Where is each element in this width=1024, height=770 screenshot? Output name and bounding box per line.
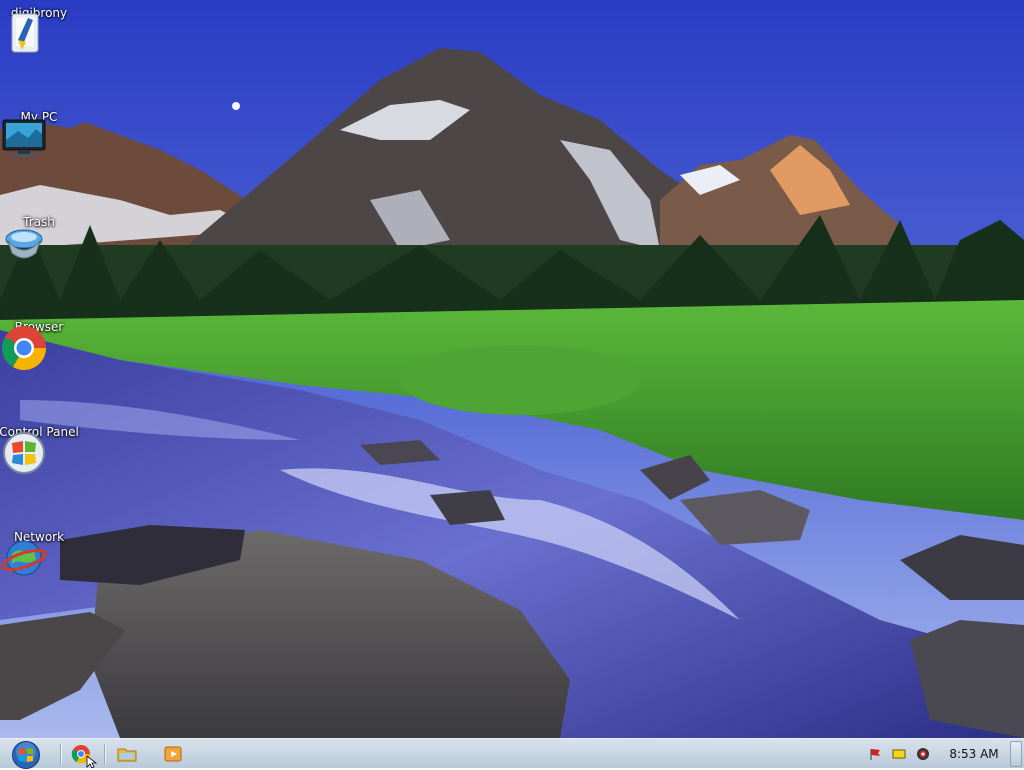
computer-monitor-icon	[2, 119, 46, 157]
desktop-icon-trash[interactable]: Trash	[0, 213, 78, 305]
file-explorer-icon[interactable]	[116, 743, 138, 765]
user-folder-icon	[11, 13, 39, 53]
wallpaper-landscape	[0, 0, 1024, 738]
taskbar: 8:53 AM	[0, 738, 1024, 770]
clock[interactable]: 8:53 AM	[944, 747, 1004, 761]
desktop-wallpaper[interactable]: digibrony My PC Trash Browser Control Pa…	[0, 0, 1024, 738]
show-desktop-button[interactable]	[1010, 741, 1022, 767]
volume-icon[interactable]	[916, 747, 930, 761]
taskbar-separator	[104, 744, 106, 764]
desktop-icon-network[interactable]: Network	[0, 528, 78, 620]
action-center-flag-icon[interactable]	[868, 747, 882, 761]
control-panel-icon	[3, 432, 45, 474]
chrome-icon	[2, 326, 46, 370]
windows-orb-icon[interactable]	[6, 740, 46, 770]
trash-bin-icon	[5, 229, 43, 259]
desktop-icon-browser[interactable]: Browser	[0, 318, 78, 410]
media-player-icon[interactable]	[162, 743, 184, 765]
desktop-icon-digibrony[interactable]: digibrony	[0, 4, 78, 96]
desktop-icon-control-panel[interactable]: Control Panel	[0, 423, 79, 515]
desktop-icon-my-pc[interactable]: My PC	[0, 108, 78, 200]
mouse-cursor-icon	[86, 756, 98, 768]
network-globe-icon	[1, 540, 47, 576]
battery-icon[interactable]	[892, 747, 906, 761]
taskbar-separator	[60, 744, 62, 764]
